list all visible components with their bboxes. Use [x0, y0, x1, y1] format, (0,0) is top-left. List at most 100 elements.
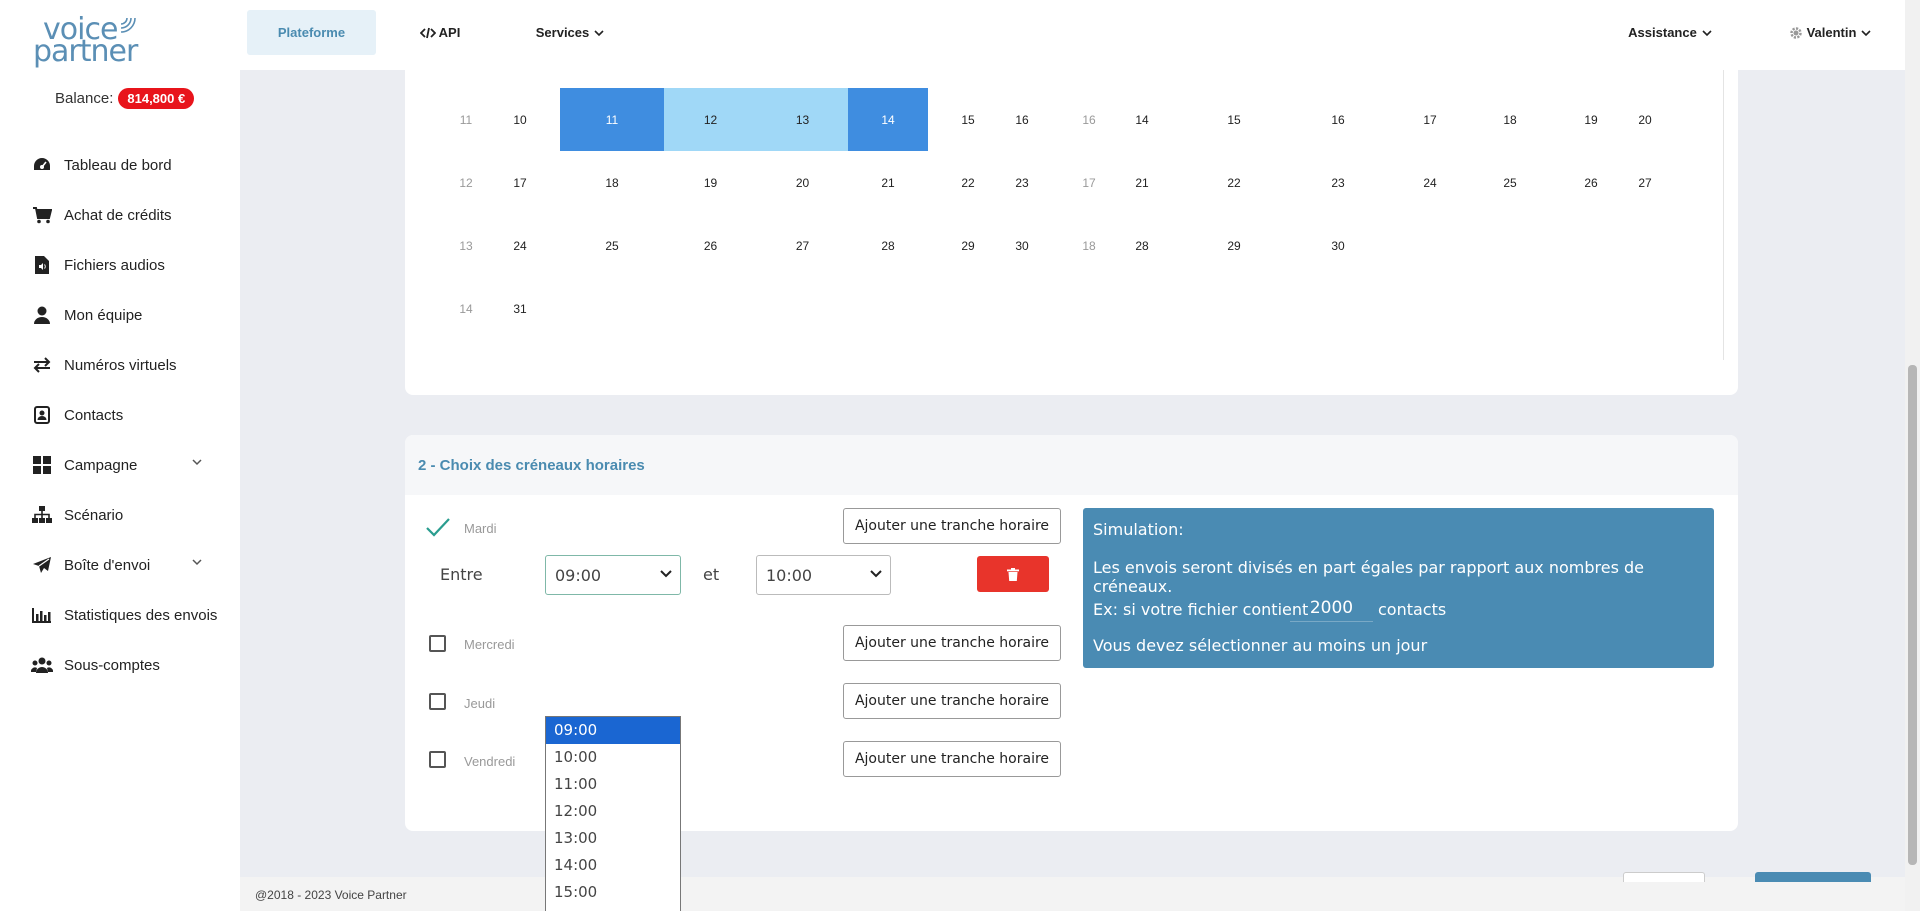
dropdown-option[interactable]: 11:00	[546, 771, 680, 798]
calendar-day[interactable]: 22	[948, 151, 988, 214]
day-label-mardi: Mardi	[464, 521, 497, 536]
calendar-day-in-range[interactable]: 12	[664, 88, 757, 151]
brand-logo[interactable]: voice partner	[33, 10, 143, 69]
add-slot-button-vendredi[interactable]: Ajouter une tranche horaire	[843, 741, 1061, 777]
calendar-day[interactable]: 21	[848, 151, 928, 214]
calendar-day[interactable]: 15	[948, 88, 988, 151]
sidebar-item-label: Boîte d'envoi	[64, 556, 151, 574]
calendar-day[interactable]: 29	[948, 214, 988, 277]
calendar-day[interactable]: 30	[1318, 214, 1358, 277]
calendar-day[interactable]: 16	[1002, 88, 1042, 151]
add-slot-button-mercredi[interactable]: Ajouter une tranche horaire	[843, 625, 1061, 661]
calendar-day[interactable]: 30	[1002, 214, 1042, 277]
calendar-day-selected[interactable]: 11	[560, 88, 664, 151]
day-label-mercredi: Mercredi	[464, 637, 515, 652]
page-scrollbar-thumb[interactable]	[1908, 365, 1917, 865]
user-menu[interactable]: Valentin	[1780, 10, 1880, 55]
calendar-day[interactable]: 17	[1410, 88, 1450, 151]
calendar-day[interactable]: 28	[1122, 214, 1162, 277]
day-checkbox-vendredi[interactable]	[429, 751, 446, 768]
previous-button[interactable]	[1623, 872, 1705, 882]
sidebar-item-outbox[interactable]: Boîte d'envoi	[30, 540, 230, 590]
calendar-day[interactable]: 26	[664, 214, 757, 277]
contacts-count-input[interactable]: 2000	[1290, 594, 1373, 622]
calendar-day[interactable]: 29	[1214, 214, 1254, 277]
dropdown-option[interactable]: 10:00	[546, 744, 680, 771]
calendar-day[interactable]: 22	[1214, 151, 1254, 214]
footer-copyright: @2018 - 2023 Voice Partner	[255, 888, 407, 902]
calendar-day-selected[interactable]: 14	[848, 88, 928, 151]
button-label: Ajouter une tranche horaire	[854, 635, 1050, 651]
calendar-day[interactable]: 28	[848, 214, 928, 277]
time-dropdown-list[interactable]: 09:00 10:00 11:00 12:00 13:00 14:00 15:0…	[545, 716, 681, 911]
calendar-day[interactable]: 20	[1625, 88, 1665, 151]
calendar-day[interactable]: 24	[1410, 151, 1450, 214]
add-slot-button-jeudi[interactable]: Ajouter une tranche horaire	[843, 683, 1061, 719]
calendar-day-in-range[interactable]: 13	[757, 88, 848, 151]
calendar-day[interactable]: 18	[560, 151, 664, 214]
dropdown-option[interactable]: 13:00	[546, 825, 680, 852]
calendar-day[interactable]: 14	[1122, 88, 1162, 151]
sidebar-item-label: Tableau de bord	[64, 156, 172, 174]
calendar-day[interactable]: 23	[1002, 151, 1042, 214]
sidebar-item-sub-accounts[interactable]: Sous-comptes	[30, 640, 230, 690]
calendar-day[interactable]: 16	[1318, 88, 1358, 151]
tab-label: API	[438, 25, 461, 40]
balance: Balance: 814,800 €	[55, 88, 195, 109]
calendar-day[interactable]: 24	[500, 214, 540, 277]
dropdown-option-selected[interactable]: 09:00	[546, 717, 680, 744]
calendar-day[interactable]: 10	[500, 88, 540, 151]
tab-plateforme[interactable]: Plateforme	[247, 10, 376, 55]
calendar-day[interactable]: 25	[560, 214, 664, 277]
tab-services[interactable]: Services	[520, 10, 620, 55]
checkmark-icon[interactable]	[425, 517, 451, 539]
sidebar-item-dashboard[interactable]: Tableau de bord	[30, 140, 230, 190]
sidebar-item-team[interactable]: Mon équipe	[30, 290, 230, 340]
calendar-day[interactable]: 31	[500, 277, 540, 340]
cart-icon	[30, 205, 54, 225]
calendar-day[interactable]: 19	[1571, 88, 1611, 151]
week-number: 14	[459, 301, 473, 316]
sidebar-item-scenario[interactable]: Scénario	[30, 490, 230, 540]
dashboard-icon	[30, 155, 54, 175]
calendar-day[interactable]: 27	[757, 214, 848, 277]
sidebar-item-audio-files[interactable]: Fichiers audios	[30, 240, 230, 290]
assistance-menu[interactable]: Assistance	[1620, 10, 1720, 55]
calendar-day[interactable]: 15	[1214, 88, 1254, 151]
dropdown-option[interactable]: 12:00	[546, 798, 680, 825]
sidebar-item-virtual-numbers[interactable]: Numéros virtuels	[30, 340, 230, 390]
week-number: 13	[459, 238, 473, 253]
delete-slot-button[interactable]	[977, 556, 1049, 592]
sidebar-item-statistics[interactable]: Statistiques des envois	[30, 590, 230, 640]
calendar-day[interactable]: 26	[1571, 151, 1611, 214]
calendar-day[interactable]: 23	[1318, 151, 1358, 214]
calendar-day[interactable]: 21	[1122, 151, 1162, 214]
next-button[interactable]	[1755, 872, 1871, 882]
calendar-day[interactable]: 17	[500, 151, 540, 214]
calendar-day[interactable]: 18	[1490, 88, 1530, 151]
grid-icon	[30, 455, 54, 475]
tab-label: Plateforme	[277, 25, 346, 40]
to-time-select[interactable]: 10:00	[756, 555, 891, 595]
day-checkbox-mercredi[interactable]	[429, 635, 446, 652]
tab-api[interactable]: API	[405, 10, 475, 55]
dropdown-option[interactable]: 15:00	[546, 879, 680, 906]
chevron-down-icon	[1861, 29, 1871, 36]
user-name: Valentin	[1806, 25, 1857, 40]
week-number: 16	[1082, 112, 1096, 127]
sidebar-item-label: Campagne	[64, 456, 138, 474]
sidebar-item-campaign[interactable]: Campagne	[30, 440, 230, 490]
sidebar-item-credits[interactable]: Achat de crédits	[30, 190, 230, 240]
sidebar-item-label: Numéros virtuels	[64, 356, 177, 374]
calendar-day[interactable]: 19	[664, 151, 757, 214]
calendar-day[interactable]: 25	[1490, 151, 1530, 214]
calendar-day[interactable]: 27	[1625, 151, 1665, 214]
dropdown-option[interactable]: 14:00	[546, 852, 680, 879]
day-checkbox-jeudi[interactable]	[429, 693, 446, 710]
calendar-day[interactable]: 20	[757, 151, 848, 214]
simulation-description: Les envois seront divisés en part égales…	[1093, 558, 1645, 596]
sidebar-item-contacts[interactable]: Contacts	[30, 390, 230, 440]
from-time-select[interactable]: 09:00	[545, 555, 681, 595]
week-number: 18	[1082, 238, 1096, 253]
add-slot-button-mardi[interactable]: Ajouter une tranche horaire	[843, 508, 1061, 544]
